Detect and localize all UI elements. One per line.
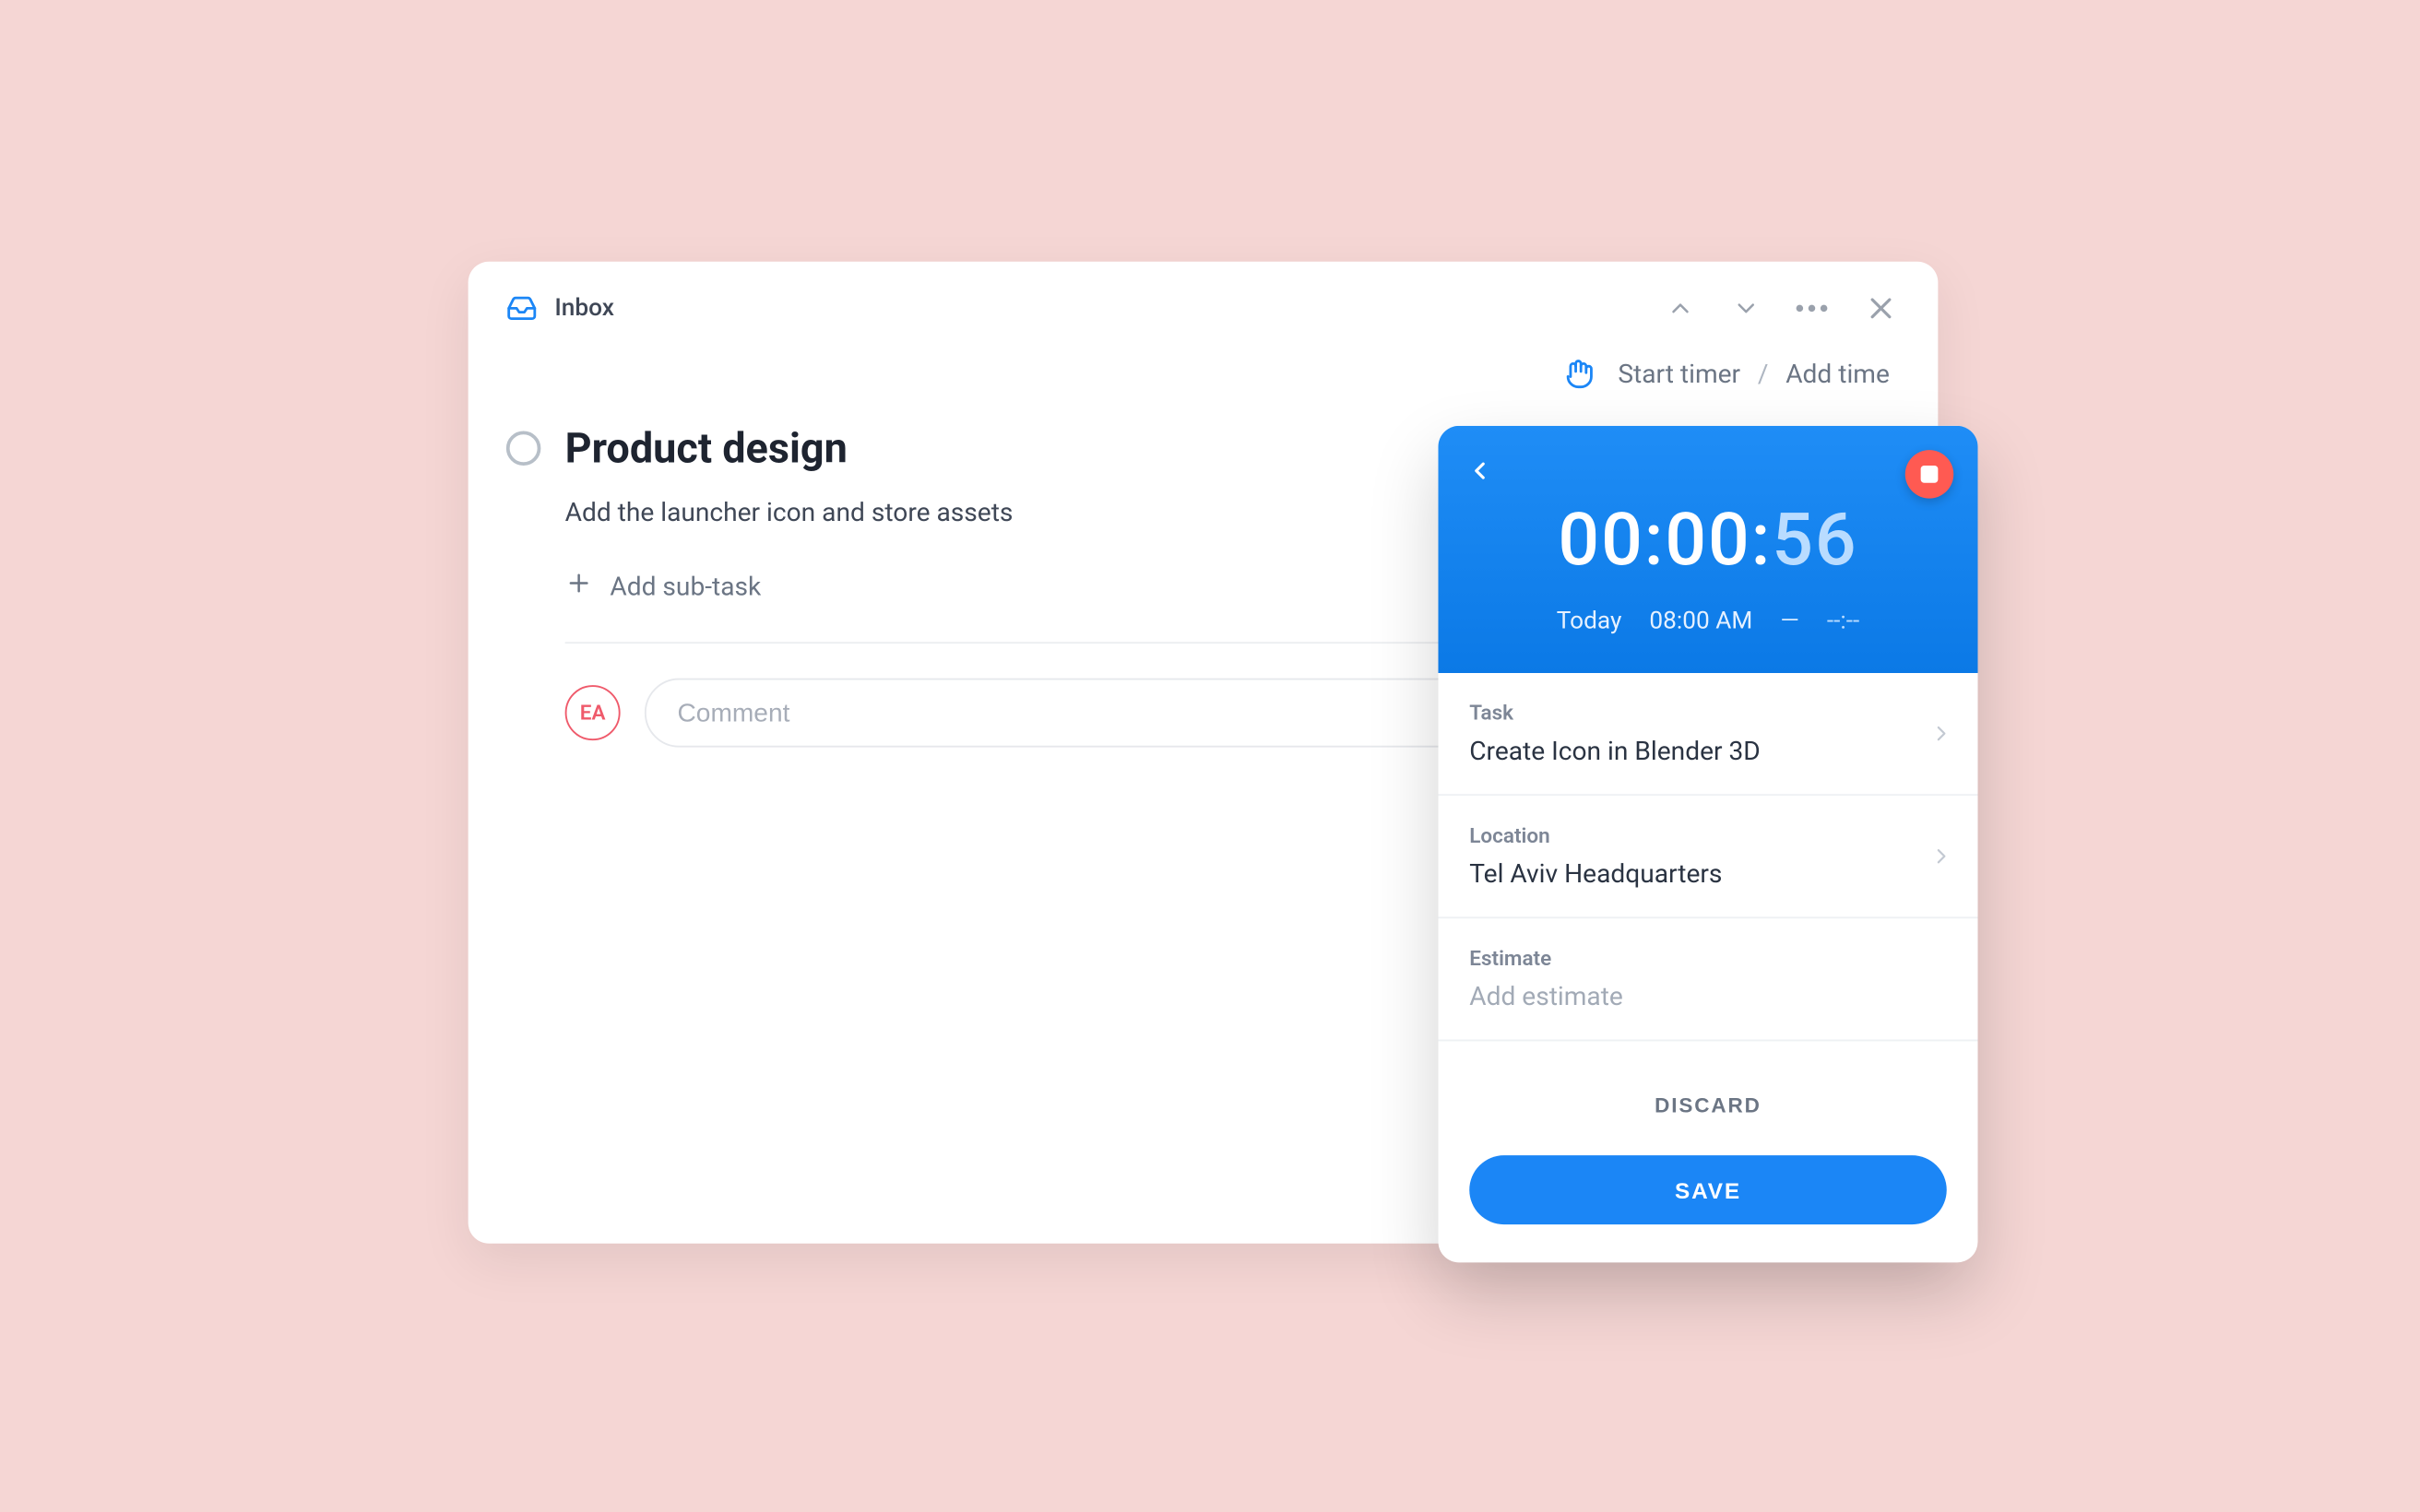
timer-clock: 00:00:56 — [1469, 499, 1947, 584]
hand-icon — [1562, 359, 1594, 390]
chevron-up-icon[interactable] — [1665, 293, 1696, 325]
start-timer-button[interactable]: Start timer — [1618, 359, 1740, 390]
more-icon[interactable] — [1797, 293, 1828, 325]
timer-start-time: 08:00 AM — [1649, 608, 1752, 635]
add-subtask-button[interactable]: Add sub-task — [565, 570, 762, 605]
timer-end-time: --:-- — [1827, 608, 1859, 635]
stop-button[interactable] — [1905, 450, 1954, 499]
chevron-right-icon — [1929, 845, 1953, 868]
close-icon[interactable] — [1862, 289, 1900, 327]
timer-footer: DISCARD SAVE — [1439, 1041, 1978, 1262]
timer-seconds: 56 — [1772, 499, 1857, 584]
task-card-header: Inbox — [469, 262, 1939, 345]
actions-separator: / — [1758, 359, 1769, 390]
timer-day: Today — [1557, 608, 1622, 635]
add-time-button[interactable]: Add time — [1785, 359, 1890, 390]
chevron-right-icon — [1929, 722, 1953, 746]
timer-location-label: Location — [1469, 823, 1947, 847]
timer-task-value: Create Icon in Blender 3D — [1469, 736, 1947, 767]
chevron-down-icon[interactable] — [1730, 293, 1762, 325]
timer-estimate-label: Estimate — [1469, 946, 1947, 970]
breadcrumb[interactable]: Inbox — [506, 293, 614, 325]
timer-main: 00:00: — [1558, 499, 1772, 584]
discard-button[interactable]: DISCARD — [1655, 1072, 1762, 1138]
inbox-label: Inbox — [554, 294, 614, 322]
save-button[interactable]: SAVE — [1469, 1155, 1947, 1224]
inbox-icon — [506, 293, 538, 325]
avatar: EA — [565, 685, 621, 740]
timer-actions-row: Start timer / Add time — [469, 345, 1939, 414]
back-icon[interactable] — [1466, 457, 1494, 485]
timer-subline: Today 08:00 AM — --:-- — [1469, 608, 1947, 635]
timer-task-row[interactable]: Task Create Icon in Blender 3D — [1439, 673, 1978, 796]
task-title[interactable]: Product design — [565, 424, 848, 473]
timer-estimate-row[interactable]: Estimate Add estimate — [1439, 918, 1978, 1041]
timer-dash: — — [1780, 608, 1799, 635]
timer-panel: 00:00:56 Today 08:00 AM — --:-- Task Cre… — [1439, 426, 1978, 1263]
timer-location-row[interactable]: Location Tel Aviv Headquarters — [1439, 796, 1978, 918]
plus-icon — [565, 570, 593, 605]
timer-task-label: Task — [1469, 701, 1947, 725]
timer-estimate-placeholder: Add estimate — [1469, 981, 1947, 1012]
timer-location-value: Tel Aviv Headquarters — [1469, 858, 1947, 890]
complete-checkbox[interactable] — [506, 431, 541, 467]
header-actions — [1665, 289, 1900, 327]
timer-header: 00:00:56 Today 08:00 AM — --:-- — [1439, 426, 1978, 673]
add-subtask-label: Add sub-task — [610, 571, 761, 602]
